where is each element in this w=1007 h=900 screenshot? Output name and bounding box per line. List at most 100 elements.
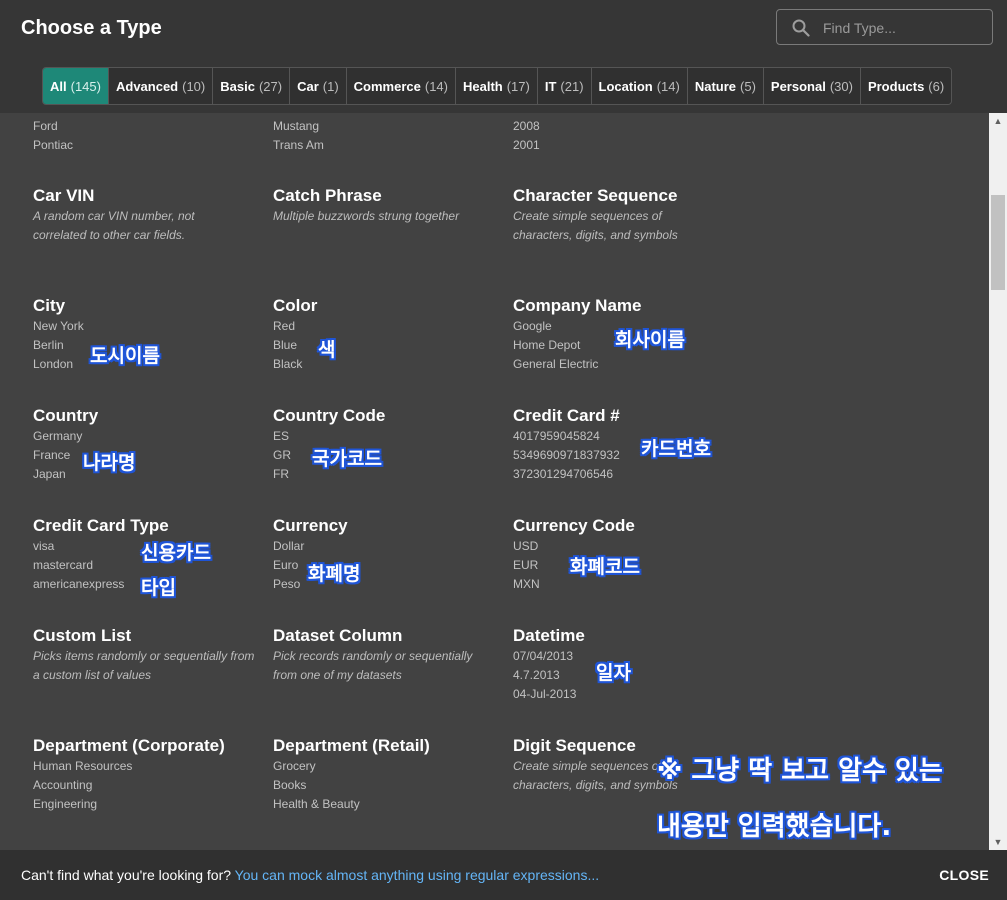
- example-value: Germany: [33, 429, 83, 443]
- type-name: Department (Corporate): [33, 736, 225, 755]
- type-card-department-corporate[interactable]: Department (Corporate) Human Resources A…: [33, 735, 263, 814]
- scrollbar-thumb[interactable]: [991, 195, 1005, 290]
- example-value: ES: [273, 429, 290, 443]
- footer-prefix: Can't find what you're looking for?: [21, 867, 232, 883]
- annotation-note: ※ 그냥 딱 보고 알수 있는: [657, 756, 943, 786]
- example-value: General Electric: [513, 357, 599, 371]
- scroll-up-arrow-icon[interactable]: ▲: [989, 113, 1007, 129]
- dialog-title: Choose a Type: [21, 17, 162, 39]
- annotation-currency-code: 화폐코드: [570, 556, 640, 578]
- tab-count: (14): [656, 78, 680, 94]
- example-value: Black: [273, 357, 303, 371]
- example-value: Accounting: [33, 778, 93, 792]
- type-card-catch-phrase[interactable]: Catch Phrase Multiple buzzwords strung t…: [273, 185, 503, 226]
- example-value: GR: [273, 448, 291, 462]
- type-card-department-retail[interactable]: Department (Retail) Grocery Books Health…: [273, 735, 503, 814]
- type-card-character-sequence[interactable]: Character Sequence Create simple sequenc…: [513, 185, 743, 245]
- tab-label: Products: [867, 78, 925, 94]
- vertical-scrollbar[interactable]: ▲ ▼: [989, 113, 1007, 850]
- type-card-partial[interactable]: Ford Pontiac: [33, 117, 263, 155]
- tab-basic[interactable]: Basic (27): [212, 68, 290, 104]
- annotation-color: 색: [318, 339, 336, 361]
- type-description: Pick records randomly or sequentially fr…: [273, 649, 473, 682]
- example-value: Mustang: [273, 119, 320, 133]
- tab-health[interactable]: Health (17): [454, 68, 537, 104]
- tab-count: (17): [506, 78, 530, 94]
- annotation-note: 내용만 입력했습니다.: [657, 812, 892, 842]
- example-value: 2008: [513, 119, 540, 133]
- regex-link[interactable]: You can mock almost anything using regul…: [235, 867, 599, 883]
- type-card-custom-list[interactable]: Custom List Picks items randomly or sequ…: [33, 625, 263, 685]
- tab-count: (14): [424, 78, 448, 94]
- example-value: Engineering: [33, 797, 98, 811]
- type-name: City: [33, 296, 66, 315]
- annotation-card-type: 신용카드: [141, 542, 211, 564]
- example-value: Red: [273, 319, 296, 333]
- tab-label: Location: [598, 78, 653, 94]
- type-card-country-code[interactable]: Country Code ES GR FR: [273, 405, 503, 484]
- annotation-card-number: 카드번호: [641, 438, 711, 460]
- tab-products[interactable]: Products (6): [859, 68, 952, 104]
- annotation-currency: 화폐명: [308, 563, 361, 585]
- tab-count: (6): [928, 78, 945, 94]
- type-name: Currency: [273, 516, 348, 535]
- dialog-footer: Can't find what you're looking for? You …: [0, 850, 1007, 900]
- type-card-dataset-column[interactable]: Dataset Column Pick records randomly or …: [273, 625, 503, 685]
- type-name: Catch Phrase: [273, 186, 382, 205]
- tab-nature[interactable]: Nature (5): [686, 68, 763, 104]
- tab-all[interactable]: All (145): [43, 68, 108, 104]
- tab-label: Personal: [770, 78, 826, 94]
- footer-message: Can't find what you're looking for? You …: [21, 867, 599, 883]
- example-value: Grocery: [273, 759, 316, 773]
- search-input[interactable]: [821, 10, 990, 46]
- type-list: Ford Pontiac Mustang Trans Am 2008 2001 …: [0, 113, 989, 850]
- tab-label: Health: [462, 78, 503, 94]
- tab-personal[interactable]: Personal (30): [762, 68, 860, 104]
- example-value: Japan: [33, 467, 66, 481]
- tab-car[interactable]: Car (1): [289, 68, 346, 104]
- type-card-partial[interactable]: Mustang Trans Am: [273, 117, 503, 155]
- tab-count: (5): [740, 78, 756, 94]
- close-button[interactable]: CLOSE: [939, 867, 989, 883]
- example-value: Dollar: [273, 539, 305, 553]
- type-card-color[interactable]: Color Red Blue Black: [273, 295, 503, 374]
- example-value: 2001: [513, 138, 540, 152]
- tab-count: (1): [322, 78, 339, 94]
- type-description: Create simple sequences of characters, d…: [513, 209, 678, 242]
- example-value: 372301294706546: [513, 467, 614, 481]
- example-value: New York: [33, 319, 84, 333]
- example-value: Pontiac: [33, 138, 74, 152]
- type-name: Company Name: [513, 296, 642, 315]
- type-name: Color: [273, 296, 318, 315]
- annotation-card-type: 타입: [141, 577, 176, 599]
- type-description: A random car VIN number, not correlated …: [33, 209, 195, 242]
- type-card-car-vin[interactable]: Car VIN A random car VIN number, not cor…: [33, 185, 263, 245]
- type-name: Character Sequence: [513, 186, 678, 205]
- tab-commerce[interactable]: Commerce (14): [345, 68, 455, 104]
- type-name: Car VIN: [33, 186, 95, 205]
- annotation-country-code: 국가코드: [312, 448, 382, 470]
- annotation-city: 도시이름: [90, 345, 160, 367]
- search-box[interactable]: [776, 9, 993, 46]
- category-tabs: All (145) Advanced (10) Basic (27) Car (1) C…: [42, 67, 953, 105]
- type-name: Department (Retail): [273, 736, 430, 755]
- tab-label: Car: [297, 78, 319, 94]
- tab-count: (27): [258, 78, 283, 94]
- scroll-down-arrow-icon[interactable]: ▼: [989, 834, 1007, 850]
- type-name: Currency Code: [513, 516, 635, 535]
- type-name: Country: [33, 406, 99, 425]
- tab-advanced[interactable]: Advanced (10): [107, 68, 213, 104]
- tab-location[interactable]: Location (14): [590, 68, 687, 104]
- tab-count: (21): [560, 78, 584, 94]
- tab-label: All: [50, 78, 67, 94]
- type-card-country[interactable]: Country Germany France Japan: [33, 405, 263, 484]
- type-card-partial[interactable]: 2008 2001: [513, 117, 743, 155]
- tab-label: Basic: [220, 78, 255, 94]
- example-value: 04-Jul-2013: [513, 687, 577, 701]
- tab-it[interactable]: IT (21): [536, 68, 591, 104]
- type-name: Datetime: [513, 626, 585, 645]
- example-value: Trans Am: [273, 138, 324, 152]
- example-value: Books: [273, 778, 307, 792]
- type-description: Multiple buzzwords strung together: [273, 209, 460, 223]
- type-name: Custom List: [33, 626, 132, 645]
